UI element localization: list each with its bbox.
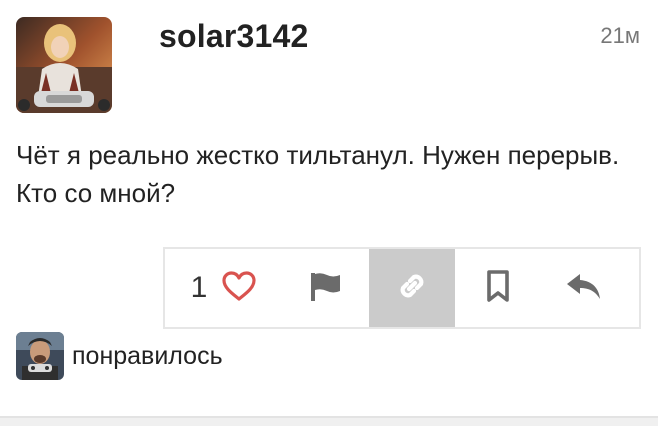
user-avatar[interactable]: [16, 17, 112, 113]
like-button[interactable]: 1: [165, 249, 283, 327]
bookmark-icon: [483, 269, 513, 308]
share-link-button[interactable]: [369, 249, 455, 327]
link-icon: [394, 268, 430, 309]
reply-icon: [565, 270, 603, 307]
post-timestamp[interactable]: 21м: [600, 23, 640, 49]
like-count[interactable]: 1: [191, 271, 208, 305]
reply-button[interactable]: [541, 249, 627, 327]
post-actions: 1: [163, 247, 641, 329]
liked-by-label: понравилось: [72, 341, 223, 370]
user-avatar-image: [16, 17, 112, 113]
flag-icon: [309, 269, 343, 308]
liked-by-row: понравилось: [16, 332, 223, 380]
post-username[interactable]: solar3142: [159, 18, 308, 55]
liker-avatar-image: [16, 332, 64, 380]
liker-avatar[interactable]: [16, 332, 64, 380]
post-divider: [0, 416, 658, 426]
bookmark-button[interactable]: [455, 249, 541, 327]
post-text: Чёт я реально жестко тильтанул. Нужен пе…: [16, 140, 620, 208]
flag-button[interactable]: [283, 249, 369, 327]
heart-icon: [221, 270, 257, 307]
